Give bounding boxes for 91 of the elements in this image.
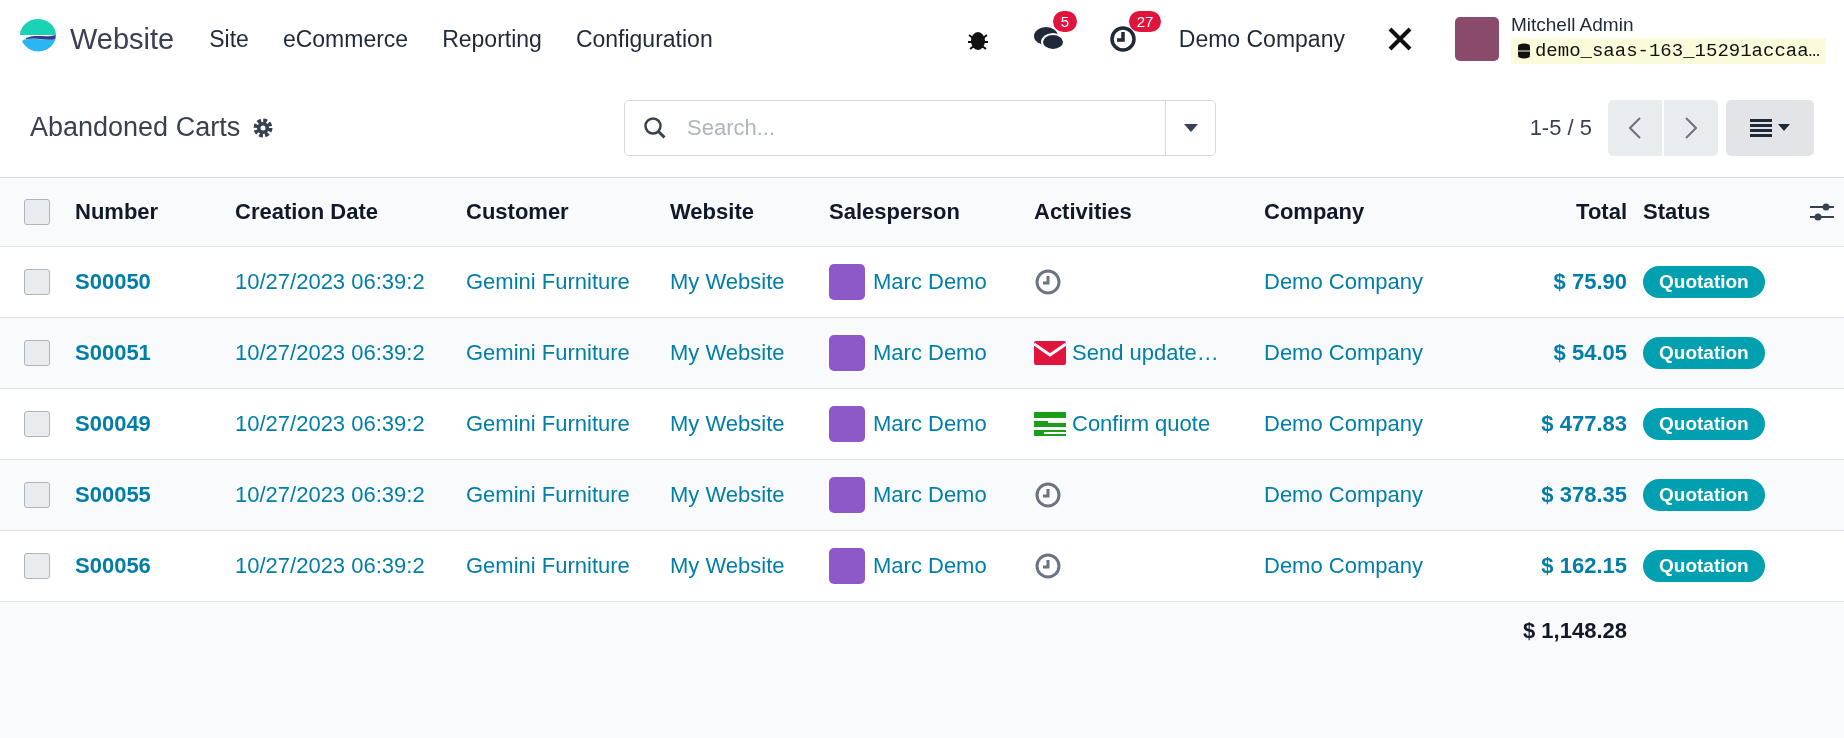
column-header[interactable]: Customer <box>466 199 670 225</box>
user-avatar[interactable] <box>1454 17 1499 61</box>
status-badge: Quotation <box>1643 337 1765 369</box>
creation-date: 10/27/2023 06:39:2 <box>235 411 426 437</box>
order-number[interactable]: S00050 <box>75 269 235 295</box>
chevron-left-icon <box>1629 116 1641 139</box>
company-name[interactable]: Demo Company <box>1264 269 1464 295</box>
company-name[interactable]: Demo Company <box>1264 411 1464 437</box>
customer-name[interactable]: Gemini Furniture <box>466 411 670 437</box>
company-name[interactable]: Demo Company <box>1264 553 1464 579</box>
website-name[interactable]: My Website <box>670 553 829 579</box>
caret-icon <box>1778 124 1790 131</box>
customer-name[interactable]: Gemini Furniture <box>466 553 670 579</box>
salesperson-name[interactable]: Marc Demo <box>873 269 987 295</box>
select-all-checkbox[interactable] <box>24 199 50 225</box>
avatar-placeholder <box>829 335 865 371</box>
salesperson-name[interactable]: Marc Demo <box>873 482 987 508</box>
salesperson-name[interactable]: Marc Demo <box>873 340 987 366</box>
creation-date: 10/27/2023 06:39:2 <box>235 269 426 295</box>
avatar-placeholder <box>829 264 865 300</box>
view-switcher-button[interactable] <box>1726 99 1814 156</box>
database-icon <box>1516 43 1531 59</box>
search-field[interactable]: Search... <box>624 99 1216 156</box>
database-name: demo_saas-163_15291accaa… <box>1534 40 1820 62</box>
creation-date: 10/27/2023 06:39:2 <box>235 553 426 579</box>
status-badge: Quotation <box>1643 408 1765 440</box>
activity-link[interactable]: Confirm quote <box>1072 411 1211 437</box>
customer-name[interactable]: Gemini Furniture <box>466 340 670 366</box>
customer-name[interactable]: Gemini Furniture <box>466 269 670 295</box>
search-input[interactable]: Search... <box>685 113 1165 142</box>
grand-total: $ 1,148.28 <box>1522 618 1627 644</box>
pager-value[interactable]: 1-5 / 5 <box>1529 114 1592 141</box>
status-badge: Quotation <box>1643 266 1765 298</box>
website-name[interactable]: My Website <box>670 340 829 366</box>
list-view-icon <box>1750 118 1772 137</box>
order-total: $ 378.35 <box>1540 482 1627 508</box>
row-checkbox[interactable] <box>24 269 50 295</box>
column-header[interactable]: Salesperson <box>829 199 1034 225</box>
company-switcher[interactable]: Demo Company <box>1178 25 1345 53</box>
website-name[interactable]: My Website <box>670 269 829 295</box>
list-icon <box>1034 412 1066 436</box>
chevron-right-icon <box>1685 116 1697 139</box>
website-name[interactable]: My Website <box>670 411 829 437</box>
salesperson-name[interactable]: Marc Demo <box>873 553 987 579</box>
caret-icon <box>1183 123 1198 132</box>
company-name[interactable]: Demo Company <box>1264 340 1464 366</box>
order-total: $ 54.05 <box>1552 340 1627 366</box>
column-header[interactable]: Website <box>670 199 829 225</box>
row-checkbox[interactable] <box>24 553 50 579</box>
user-name[interactable]: Mitchell Admin <box>1510 14 1826 36</box>
activity-link[interactable]: Send update… <box>1072 340 1219 366</box>
menu-item[interactable]: eCommerce <box>265 25 426 53</box>
column-header[interactable]: Number <box>75 199 235 225</box>
column-header[interactable]: Total <box>1464 199 1627 225</box>
order-number[interactable]: S00056 <box>75 553 235 579</box>
menu-item[interactable]: Configuration <box>558 25 730 53</box>
row-checkbox[interactable] <box>24 340 50 366</box>
order-total: $ 162.15 <box>1540 553 1627 579</box>
search-icon <box>643 115 667 140</box>
salesperson-name[interactable]: Marc Demo <box>873 411 987 437</box>
activity-count: 27 <box>1128 11 1162 32</box>
creation-date: 10/27/2023 06:39:2 <box>235 340 426 366</box>
order-total: $ 75.90 <box>1552 269 1627 295</box>
app-name[interactable]: Website <box>70 22 175 56</box>
clock-icon[interactable] <box>1108 25 1137 53</box>
status-badge: Quotation <box>1643 550 1765 582</box>
column-header[interactable]: Creation Date <box>235 199 466 225</box>
avatar-placeholder <box>829 406 865 442</box>
menu-item[interactable]: Reporting <box>425 25 559 53</box>
envelope-icon <box>1034 341 1066 365</box>
order-total: $ 477.83 <box>1540 411 1627 437</box>
status-badge: Quotation <box>1643 479 1765 511</box>
menu-item[interactable]: Site <box>192 25 266 53</box>
gear-icon[interactable] <box>252 116 275 139</box>
company-name[interactable]: Demo Company <box>1264 482 1464 508</box>
column-settings-icon[interactable] <box>1810 201 1834 223</box>
row-checkbox[interactable] <box>24 411 50 437</box>
order-number[interactable]: S00051 <box>75 340 235 366</box>
avatar-placeholder <box>829 477 865 513</box>
row-checkbox[interactable] <box>24 482 50 508</box>
column-header[interactable]: Company <box>1264 199 1464 225</box>
avatar-placeholder <box>829 548 865 584</box>
column-header[interactable]: Status <box>1627 199 1797 225</box>
order-number[interactable]: S00049 <box>75 411 235 437</box>
creation-date: 10/27/2023 06:39:2 <box>235 482 426 508</box>
message-count: 5 <box>1052 11 1078 32</box>
customer-name[interactable]: Gemini Furniture <box>466 482 670 508</box>
website-name[interactable]: My Website <box>670 482 829 508</box>
page-title: Abandoned Carts <box>30 112 241 143</box>
column-header[interactable]: Activities <box>1034 199 1264 225</box>
order-number[interactable]: S00055 <box>75 482 235 508</box>
